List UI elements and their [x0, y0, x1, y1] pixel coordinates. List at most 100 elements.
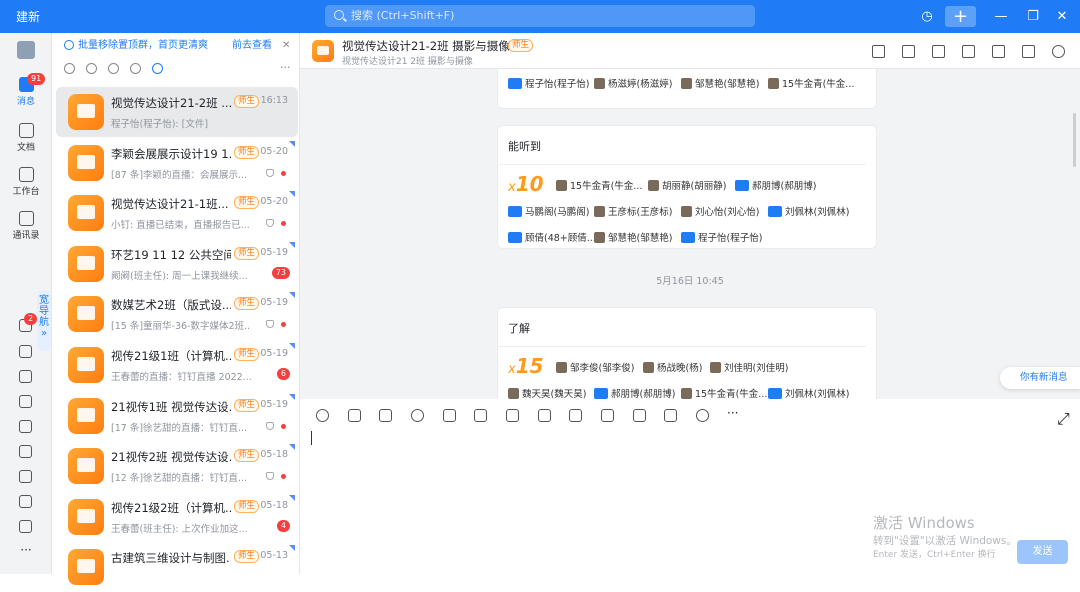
card2-title: 了解 [498, 308, 866, 347]
editor-more[interactable]: ··· [727, 406, 738, 420]
user-chip[interactable]: 郝朋博(郝朋博) [735, 178, 816, 192]
user-name: 程子怡(程子怡) [698, 233, 763, 244]
school-icon[interactable] [696, 409, 709, 422]
inbox-icon[interactable] [962, 45, 975, 58]
mention-icon[interactable] [411, 409, 424, 422]
box-icon[interactable] [19, 445, 32, 458]
search-input[interactable]: 搜索 (Ctrl+Shift+F) [325, 5, 755, 27]
flash-icon[interactable] [569, 409, 582, 422]
call-icon[interactable] [601, 409, 614, 422]
new-message-pill[interactable]: 你有新消息 [1000, 367, 1080, 389]
user-chip[interactable]: 刘佩林(刘佩林) [768, 204, 849, 218]
conversation-item[interactable]: 李颖会展展示设计19 1... 师生 05-20 [87 条]李颖的直播：会展展示..… [56, 138, 298, 188]
nav-docs[interactable]: 文档 [0, 123, 52, 153]
at-icon[interactable] [64, 63, 75, 74]
conversation-item[interactable]: 数媒艺术2班（版式设... 师生 05-19 [15 条]童丽华-36-数字媒体2班.… [56, 289, 298, 339]
close-button[interactable]: ✕ [1053, 6, 1071, 27]
user-chip[interactable]: 15牛金青(牛金... [768, 76, 854, 90]
conversation-item[interactable]: 视觉传达设计21-2班 ... 师生 16:13 程子怡(程子怡): [文件] [56, 87, 298, 137]
avatar[interactable] [0, 41, 52, 61]
search-history-icon[interactable] [1022, 45, 1035, 58]
user-chip[interactable]: 杨战晚(杨) [643, 360, 702, 374]
screen-icon[interactable] [664, 409, 677, 422]
create-button[interactable]: + [945, 6, 976, 27]
task-icon[interactable] [538, 409, 551, 422]
user-chip[interactable]: 刘佳明(刘佳明) [710, 360, 788, 374]
conversation-item[interactable]: 视觉传达设计21-1班... 师生 05-20 小钉: 直播已结束，直播报告已... [56, 188, 298, 238]
conversation-item[interactable]: 视传21级1班（计算机... 师生 05-19 王春蕾的直播：钉钉直播 2022...… [56, 340, 298, 390]
conversation-item[interactable]: 视传21级2班（计算机... 师生 05-18 王春蕾(班主任): 上次作业加这...… [56, 492, 298, 542]
settings-icon[interactable] [1052, 45, 1065, 58]
mute-icon [266, 219, 274, 228]
filter-more[interactable]: ··· [280, 61, 291, 74]
scissors-icon[interactable] [379, 409, 392, 422]
user-name: 刘心怡(刘心怡) [695, 207, 760, 218]
minimize-button[interactable]: — [992, 6, 1010, 27]
user-chip[interactable]: 邹慧艳(邹慧艳) [594, 230, 672, 244]
conversation-item[interactable]: 21视传1班 视觉传达设... 师生 05-19 [17 条]徐艺甜的直播：钉钉直..… [56, 391, 298, 441]
user-chip[interactable]: 顾倩(48+顾倩... [508, 230, 596, 244]
conversation-list: 批量移除置顶群，首页更清爽 前去查看 ✕ ··· 视觉传达设计21-2班 ...… [52, 33, 348, 586]
mail-icon[interactable] [19, 470, 32, 483]
lightning-icon[interactable] [19, 420, 32, 433]
wide-nav-toggle[interactable]: 宽导航 » [37, 291, 51, 351]
calendar-icon[interactable] [19, 370, 32, 383]
user-avatar [681, 388, 692, 399]
ding-icon[interactable] [19, 495, 32, 508]
nav-contacts[interactable]: 通讯录 [0, 211, 52, 241]
clock-icon[interactable] [108, 63, 119, 74]
user-chip[interactable]: 刘心怡(刘心怡) [681, 204, 759, 218]
user-name: 15牛金青(牛金... [782, 79, 855, 90]
emoji-icon[interactable] [316, 409, 329, 422]
conversation-item[interactable]: 环艺19 11 12 公共空间 师生 05-19 阚阚(班主任): 周一上课我继续..… [56, 239, 298, 289]
add-member-icon[interactable] [992, 45, 1005, 58]
message-editor[interactable]: ··· ⤢ 激活 Windows 转到"设置"以激活 Windows。 Ente… [300, 399, 1080, 574]
cloud-icon[interactable] [19, 345, 32, 358]
notice-view-link[interactable]: 前去查看 [232, 33, 272, 59]
more-apps[interactable]: ··· [0, 543, 52, 557]
user-chip[interactable]: 郝朋博(郝朋博) [594, 386, 675, 399]
expand-icon[interactable]: ⤢ [1057, 409, 1070, 428]
user-chip[interactable]: 胡丽静(胡丽静) [648, 178, 726, 192]
user-chip[interactable]: 程子怡(程子怡) [681, 230, 762, 244]
thumbs-up-icon[interactable] [348, 409, 361, 422]
conversation-time: 05-19 [260, 398, 288, 410]
chat-scrollbar[interactable] [1073, 113, 1076, 167]
user-chip[interactable]: 15牛金青(牛金... [556, 178, 642, 192]
live-tool-icon[interactable] [633, 409, 646, 422]
user-chip[interactable]: 马鹏阁(马鹏阁) [508, 204, 589, 218]
user-chip[interactable]: 邹李俊(邹李俊) [556, 360, 634, 374]
checkin-icon[interactable] [902, 45, 915, 58]
left-rail: 消息 91 文档 工作台 通讯录 宽导航 » 2 ··· [0, 33, 52, 574]
user-avatar [681, 78, 692, 89]
document-icon [18, 123, 34, 138]
file-icon[interactable] [130, 63, 141, 74]
user-chip[interactable]: 刘佩林(刘佩林) [768, 386, 849, 399]
notice-close-icon[interactable]: ✕ [282, 33, 290, 59]
user-chip[interactable]: 邹慧艳(邹慧艳) [681, 76, 759, 90]
calendar-tool-icon[interactable] [506, 409, 519, 422]
doc-filter-icon[interactable] [152, 63, 163, 74]
user-chip[interactable]: 魏天昊(魏天昊) [508, 386, 586, 399]
user-chip[interactable]: 杨滋婷(杨滋婷) [594, 76, 672, 90]
live-icon[interactable] [872, 45, 885, 58]
conversation-item[interactable]: 21视传2班 视觉传达设... 师生 05-18 [12 条]徐艺甜的直播：钉钉直..… [56, 441, 298, 491]
activation-watermark-sub: 转到"设置"以激活 Windows。 [873, 535, 1017, 547]
user-chip[interactable]: 王彦标(王彦标) [594, 204, 672, 218]
chat-tag: 师生 [508, 39, 534, 52]
user-chip[interactable]: 15牛金青(牛金... [681, 386, 767, 399]
todo-icon[interactable] [19, 395, 32, 408]
user-chip[interactable]: 程子怡(程子怡) [508, 76, 589, 90]
chat-title: 视觉传达设计21-2班 摄影与摄像 [342, 39, 510, 53]
user-avatar [594, 232, 605, 243]
sticky-icon[interactable] [443, 409, 456, 422]
folder-icon[interactable] [19, 520, 32, 533]
send-button[interactable]: 发送 [1017, 540, 1068, 564]
history-icon[interactable]: ◷ [918, 6, 936, 27]
conversation-item[interactable]: 古建筑三维设计与制图... 师生 05-13 [56, 542, 298, 592]
upload-icon[interactable] [474, 409, 487, 422]
restore-button[interactable]: ❐ [1024, 6, 1042, 27]
nav-workbench[interactable]: 工作台 [0, 167, 52, 197]
star-icon[interactable] [86, 63, 97, 74]
speaker-icon[interactable] [932, 45, 945, 58]
